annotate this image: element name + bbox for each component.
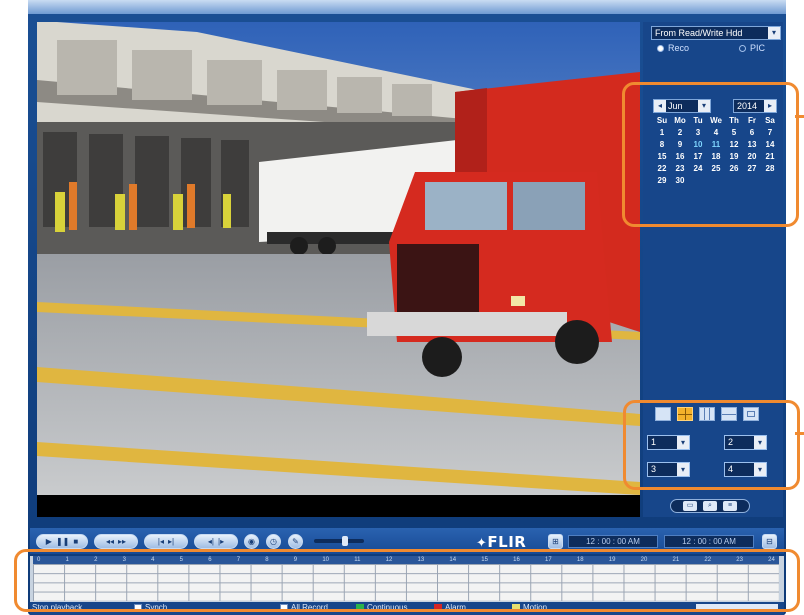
time-toggle-button[interactable]: ⊞ — [548, 534, 563, 549]
stop-icon[interactable]: ■ — [73, 537, 78, 546]
timeline-highlight-box — [14, 549, 800, 612]
skip-group: ◂| |▸ — [194, 534, 238, 549]
start-time-field[interactable]: 12 : 00 : 00 AM — [568, 535, 658, 548]
backup-icon[interactable]: ▭ — [683, 501, 697, 511]
frame-step-group: |◂ ▸| — [144, 534, 188, 549]
picture-radio-label: PIC — [750, 43, 766, 53]
storage-source-select[interactable]: From Read/Write Hdd ▾ — [651, 26, 781, 40]
calendar-highlight-box — [622, 82, 799, 227]
fast-icon[interactable]: ▸▸ — [118, 537, 126, 546]
picture-radio[interactable]: PIC — [739, 43, 765, 53]
dvr-playback-window: From Read/Write Hdd ▾ Reco PIC ◂ Jun ▾ 2… — [0, 0, 804, 615]
layout-callout-tick — [795, 432, 804, 435]
end-time-field[interactable]: 12 : 00 : 00 AM — [664, 535, 754, 548]
chevron-down-icon[interactable]: ▾ — [768, 27, 780, 39]
slow-icon[interactable]: ◂◂ — [106, 537, 114, 546]
camera-frame-image — [37, 22, 640, 495]
radio-unselected-icon — [739, 44, 746, 52]
layout-highlight-box — [623, 400, 800, 490]
clock-button[interactable]: ◷ — [266, 534, 281, 549]
play-icon[interactable]: ▶ — [46, 537, 52, 546]
edit-button[interactable]: ✎ — [288, 534, 303, 549]
pause-icon[interactable]: ❚❚ — [56, 537, 69, 546]
list-icon[interactable]: ≡ — [723, 501, 737, 511]
search-icon[interactable]: ⌕ — [703, 501, 717, 511]
prev-frame-icon[interactable]: |◂ — [158, 537, 164, 546]
speed-group: ◂◂ ▸▸ — [94, 534, 138, 549]
panel-tools: ▭ ⌕ ≡ — [670, 499, 750, 513]
timeline-zoom-button[interactable]: ⊟ — [762, 534, 777, 549]
volume-handle[interactable] — [342, 536, 348, 546]
skip-back-icon[interactable]: ◂| — [208, 537, 214, 546]
end-time-value: 12 : 00 : 00 AM — [682, 537, 736, 546]
radio-selected-icon — [657, 44, 664, 52]
start-time-value: 12 : 00 : 00 AM — [586, 537, 640, 546]
record-radio[interactable]: Reco — [657, 43, 689, 53]
title-strip — [28, 0, 786, 14]
calendar-callout-tick — [795, 115, 804, 118]
video-playback-area[interactable] — [37, 22, 640, 495]
volume-slider[interactable] — [314, 536, 364, 546]
next-frame-icon[interactable]: ▸| — [168, 537, 174, 546]
video-letterbox — [37, 495, 640, 517]
storage-source-value: From Read/Write Hdd — [655, 28, 743, 38]
record-radio-label: Reco — [668, 43, 690, 53]
snapshot-button[interactable]: ◉ — [244, 534, 259, 549]
play-stop-group: ▶ ❚❚ ■ — [36, 534, 88, 549]
skip-forward-icon[interactable]: |▸ — [218, 537, 224, 546]
